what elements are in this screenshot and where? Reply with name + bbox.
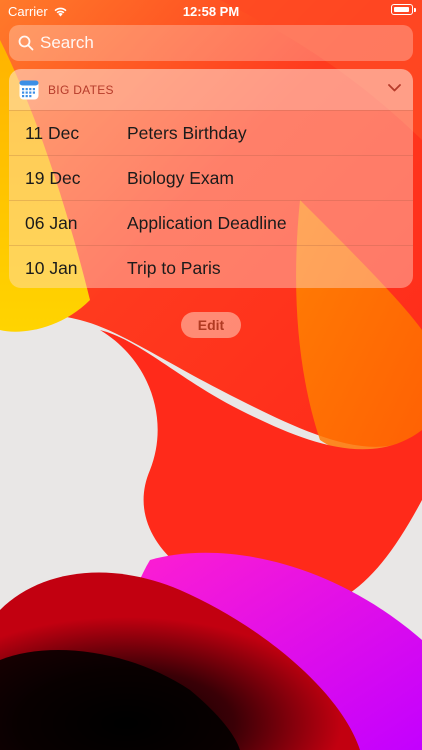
item-title: Trip to Paris [127, 257, 221, 278]
chevron-down-icon[interactable] [388, 84, 401, 92]
list-item[interactable]: 19 Dec Biology Exam [9, 155, 413, 200]
search-bar[interactable]: Search [9, 25, 413, 61]
item-date: 10 Jan [25, 257, 78, 278]
item-date: 19 Dec [25, 167, 81, 188]
status-time: 12:58 PM [182, 4, 240, 19]
search-icon [18, 35, 34, 51]
widget-title: BIG DATES [48, 82, 114, 97]
list-item[interactable]: 11 Dec Peters Birthday [9, 110, 413, 155]
item-date: 11 Dec [25, 122, 80, 143]
list-item[interactable]: 06 Jan Application Deadline [9, 200, 413, 245]
edit-button[interactable]: Edit [181, 312, 241, 338]
list-item[interactable]: 10 Jan Trip to Paris [9, 245, 413, 288]
widget-header[interactable]: BIG DATES [9, 69, 413, 110]
item-title: Peters Birthday [127, 122, 247, 143]
search-placeholder: Search [40, 33, 94, 52]
home-screen: Carrier 12:58 PM Search BIG DATES 11 Dec… [0, 0, 422, 750]
calendar-icon [19, 80, 39, 99]
status-bar: Carrier 12:58 PM [0, 0, 422, 22]
big-dates-widget: BIG DATES 11 Dec Peters Birthday 19 Dec … [9, 69, 413, 288]
item-date: 06 Jan [25, 212, 78, 233]
battery-icon [391, 4, 416, 15]
item-title: Biology Exam [127, 167, 234, 188]
item-title: Application Deadline [127, 212, 287, 233]
